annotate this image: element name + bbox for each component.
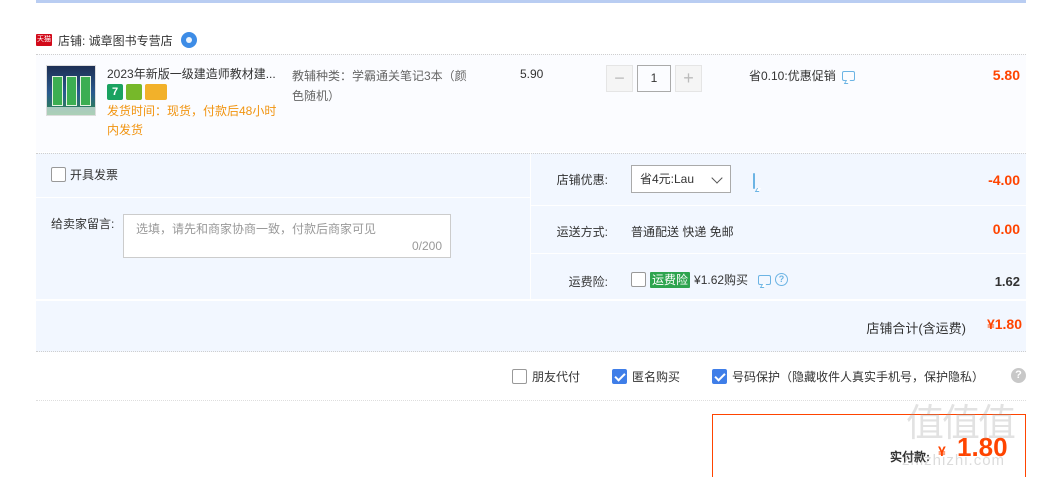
shipping-amount: 0.00 [992,221,1020,237]
qty-plus-button[interactable]: + [675,65,702,92]
shop-discount-value: 省4元:Lau [640,172,695,186]
question-icon[interactable]: ? [775,273,789,286]
invoice-option[interactable]: 开具发票 [51,166,118,183]
divider [531,205,1026,206]
service-badge-icon [126,84,142,100]
order-options: 朋友代付 匿名购买 号码保护（隐藏收件人真实手机号，保护隐私） [512,368,984,385]
sku-info: 教辅种类：学霸通关笔记3本（颜色随机） [292,69,467,103]
number-protect-checkbox[interactable] [712,369,728,384]
insurance-label: 运费险: [568,275,608,289]
shop-discount-amount: -4.00 [988,172,1020,188]
shipping-label: 运送方式: [556,225,608,239]
invoice-label: 开具发票 [70,168,119,182]
help-icon[interactable]: ? [1011,368,1026,383]
divider [530,153,531,299]
unit-price: 5.90 [520,67,544,81]
message-char-count: 0/200 [411,239,442,253]
message-placeholder: 选填，请先和商家协商一致，付款后商家可见 [136,222,377,236]
number-protect-label: 号码保护（隐藏收件人真实手机号，保护隐私） [732,370,985,384]
anonymous-label: 匿名购买 [632,370,681,384]
ship-time: 发货时间：现货，付款后48小时内发货 [107,104,277,137]
watermark-logo: 值值值 [906,401,1016,445]
shipping-method: 普通配送 快递 免邮 [631,225,734,239]
subtotal-amount: ¥1.80 [986,316,1022,332]
chat-icon[interactable] [180,32,197,48]
watermark-text: zhizhizhi.com [902,452,1006,469]
comment-icon[interactable] [758,274,772,285]
item-discount-text: 省0.10:优惠促销 [749,69,836,83]
subtotal-label: 店铺合计(含运费) [866,321,966,336]
number-protect-option[interactable]: 号码保护（隐藏收件人真实手机号，保护隐私） [712,368,984,385]
insurance-tag: 运费险 [650,271,691,288]
shop-discount-select[interactable]: 省4元:Lau [631,165,731,193]
divider [531,253,1026,254]
insurance-amount: 1.62 [994,274,1020,289]
friend-pay-option[interactable]: 朋友代付 [512,368,580,385]
item-total: 5.80 [992,67,1020,83]
item-discount: 省0.10:优惠促销 [749,67,855,84]
seven-day-return-icon: 7 [107,84,123,100]
product-title[interactable]: 2023年新版一级建造师教材建... [107,66,285,82]
invoice-checkbox[interactable] [51,167,66,182]
anonymous-checkbox[interactable] [612,369,628,384]
message-label: 给卖家留言: [51,217,115,231]
friend-pay-checkbox[interactable] [512,369,527,384]
divider [36,197,530,198]
insurance-text: ¥1.62购买 [694,273,749,287]
insurance-checkbox[interactable] [631,272,646,287]
insurance-option[interactable]: 运费险 ¥1.62购买 ? [631,271,789,288]
shop-row: 天猫 店铺: 诚章图书专营店 [36,28,197,52]
tmall-icon: 天猫 [36,34,52,46]
divider [36,400,1026,401]
shop-name[interactable]: 店铺: 诚章图书专营店 [58,32,173,49]
anonymous-option[interactable]: 匿名购买 [612,368,680,385]
qty-minus-button[interactable]: − [606,65,633,92]
shop-discount-label: 店铺优惠: [556,173,608,187]
chevron-down-icon [711,172,723,184]
comment-icon[interactable] [841,70,855,81]
quantity-stepper: − 1 + [606,65,702,92]
table-header-bar [36,0,1026,3]
service-icons: 7 [107,84,167,100]
qty-input[interactable]: 1 [637,65,671,92]
friend-pay-label: 朋友代付 [532,370,581,384]
product-thumbnail[interactable] [46,65,96,116]
comment-icon[interactable] [753,173,755,189]
card-payment-icon [145,84,167,100]
